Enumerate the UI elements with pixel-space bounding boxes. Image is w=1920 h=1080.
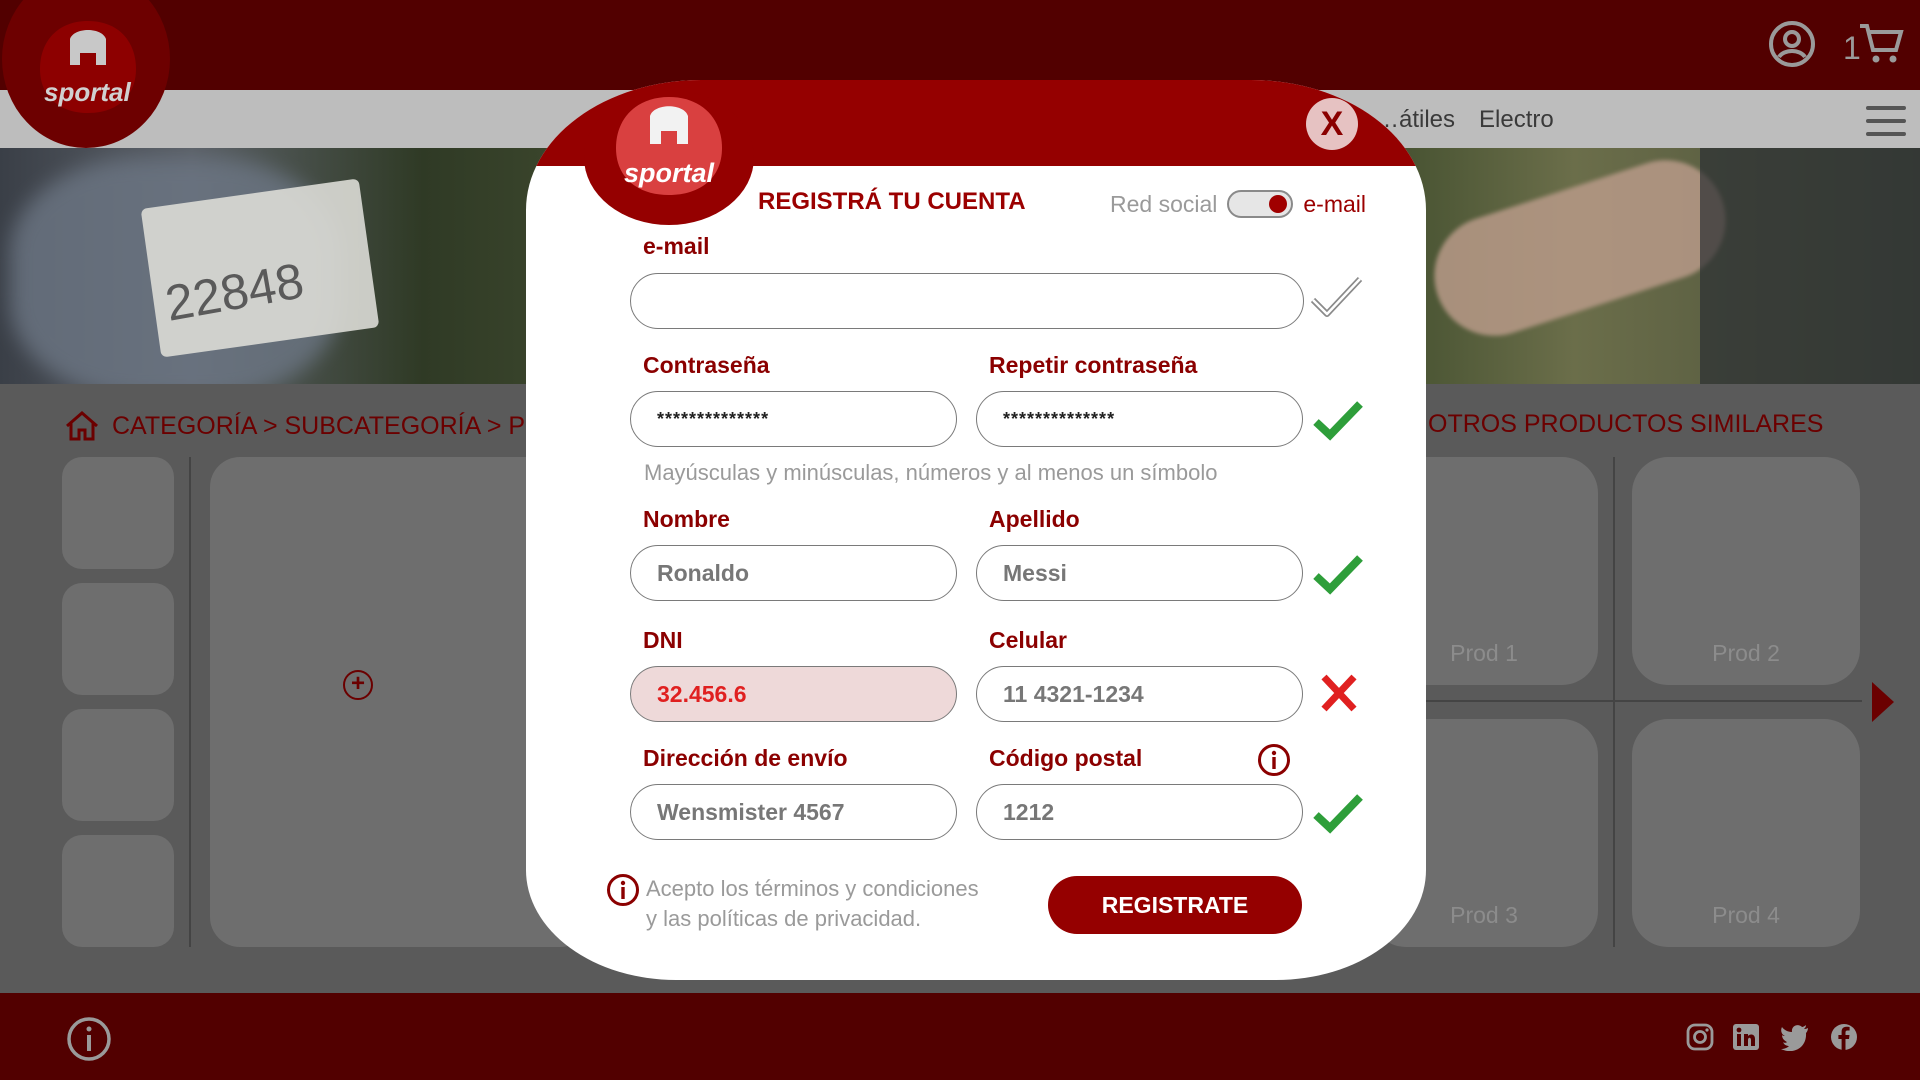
phone-field[interactable] bbox=[976, 666, 1303, 722]
dni-label: DNI bbox=[643, 627, 683, 653]
postal-label: Código postal bbox=[989, 745, 1143, 771]
close-button[interactable]: X bbox=[1306, 98, 1358, 150]
password-repeat-label: Repetir contraseña bbox=[989, 352, 1198, 378]
last-name-label: Apellido bbox=[989, 506, 1080, 532]
modal-logo: sportal bbox=[616, 97, 722, 195]
nav-item-electro[interactable]: Electro bbox=[1479, 106, 1554, 134]
footer bbox=[0, 993, 1920, 1080]
email-label: e-mail bbox=[643, 233, 710, 259]
linkedin-icon[interactable] bbox=[1732, 1023, 1760, 1051]
terms-info-icon[interactable] bbox=[606, 873, 640, 907]
facebook-icon[interactable] bbox=[1830, 1023, 1858, 1051]
register-modal: sportal X REGISTRÁ TU CUENTA Red social … bbox=[526, 80, 1426, 980]
toggle-option-email[interactable]: e-mail bbox=[1303, 191, 1366, 218]
dni-field[interactable] bbox=[630, 666, 957, 722]
product-thumbnail[interactable] bbox=[62, 583, 174, 695]
zoom-plus-icon[interactable]: + bbox=[343, 670, 373, 700]
last-name-field[interactable] bbox=[976, 545, 1303, 601]
toggle-option-social[interactable]: Red social bbox=[1110, 191, 1217, 218]
svg-text:sportal: sportal bbox=[44, 77, 131, 107]
password-repeat-field[interactable] bbox=[976, 391, 1303, 447]
email-field[interactable] bbox=[630, 273, 1304, 329]
modal-title: REGISTRÁ TU CUENTA bbox=[758, 188, 1026, 215]
phone-label: Celular bbox=[989, 627, 1067, 653]
check-icon bbox=[1313, 794, 1363, 834]
terms-line-1: Acepto los términos y condiciones bbox=[646, 876, 979, 901]
product-thumbnail[interactable] bbox=[62, 709, 174, 821]
similar-products-title: OTROS PRODUCTOS SIMILARES bbox=[1428, 410, 1824, 438]
info-icon[interactable] bbox=[66, 1016, 112, 1062]
twitter-icon[interactable] bbox=[1780, 1023, 1810, 1051]
breadcrumb-path[interactable]: CATEGORÍA > SUBCATEGORÍA > PR bbox=[112, 412, 543, 441]
terms-line-2: y las políticas de privacidad. bbox=[646, 906, 922, 931]
postal-info-icon[interactable] bbox=[1257, 743, 1291, 777]
address-field[interactable] bbox=[630, 784, 957, 840]
cart-icon[interactable] bbox=[1858, 20, 1904, 66]
first-name-label: Nombre bbox=[643, 506, 730, 532]
site-logo[interactable]: sportal bbox=[32, 17, 144, 117]
check-icon bbox=[1313, 555, 1363, 595]
address-label: Dirección de envío bbox=[643, 745, 848, 771]
user-account-icon[interactable] bbox=[1768, 20, 1816, 68]
product-thumbnail[interactable] bbox=[62, 457, 174, 569]
breadcrumb: CATEGORÍA > SUBCATEGORÍA > PR bbox=[64, 410, 543, 442]
first-name-field[interactable] bbox=[630, 545, 957, 601]
svg-text:sportal: sportal bbox=[624, 158, 715, 188]
divider bbox=[189, 457, 191, 947]
error-x-icon bbox=[1321, 674, 1357, 712]
signup-method-toggle: Red social e-mail bbox=[1110, 190, 1366, 218]
postal-code-field[interactable] bbox=[976, 784, 1303, 840]
top-bar bbox=[0, 0, 1920, 90]
terms-text[interactable]: Acepto los términos y condiciones y las … bbox=[646, 874, 979, 934]
check-outline-icon bbox=[1310, 276, 1363, 317]
password-label: Contraseña bbox=[643, 352, 770, 378]
divider bbox=[1613, 457, 1615, 947]
menu-icon[interactable] bbox=[1866, 106, 1906, 136]
carousel-next-icon[interactable] bbox=[1872, 682, 1894, 722]
similar-product-card[interactable]: Prod 2 bbox=[1632, 457, 1860, 685]
password-hint: Mayúsculas y minúsculas, números y al me… bbox=[644, 460, 1218, 485]
register-button[interactable]: REGISTRATE bbox=[1048, 876, 1302, 934]
home-icon[interactable] bbox=[64, 410, 100, 442]
similar-product-card[interactable]: Prod 4 bbox=[1632, 719, 1860, 947]
product-thumbnail[interactable] bbox=[62, 835, 174, 947]
password-field[interactable] bbox=[630, 391, 957, 447]
check-icon bbox=[1313, 401, 1363, 441]
toggle-switch[interactable] bbox=[1227, 190, 1294, 218]
divider bbox=[1400, 700, 1862, 702]
instagram-icon[interactable] bbox=[1686, 1023, 1714, 1051]
